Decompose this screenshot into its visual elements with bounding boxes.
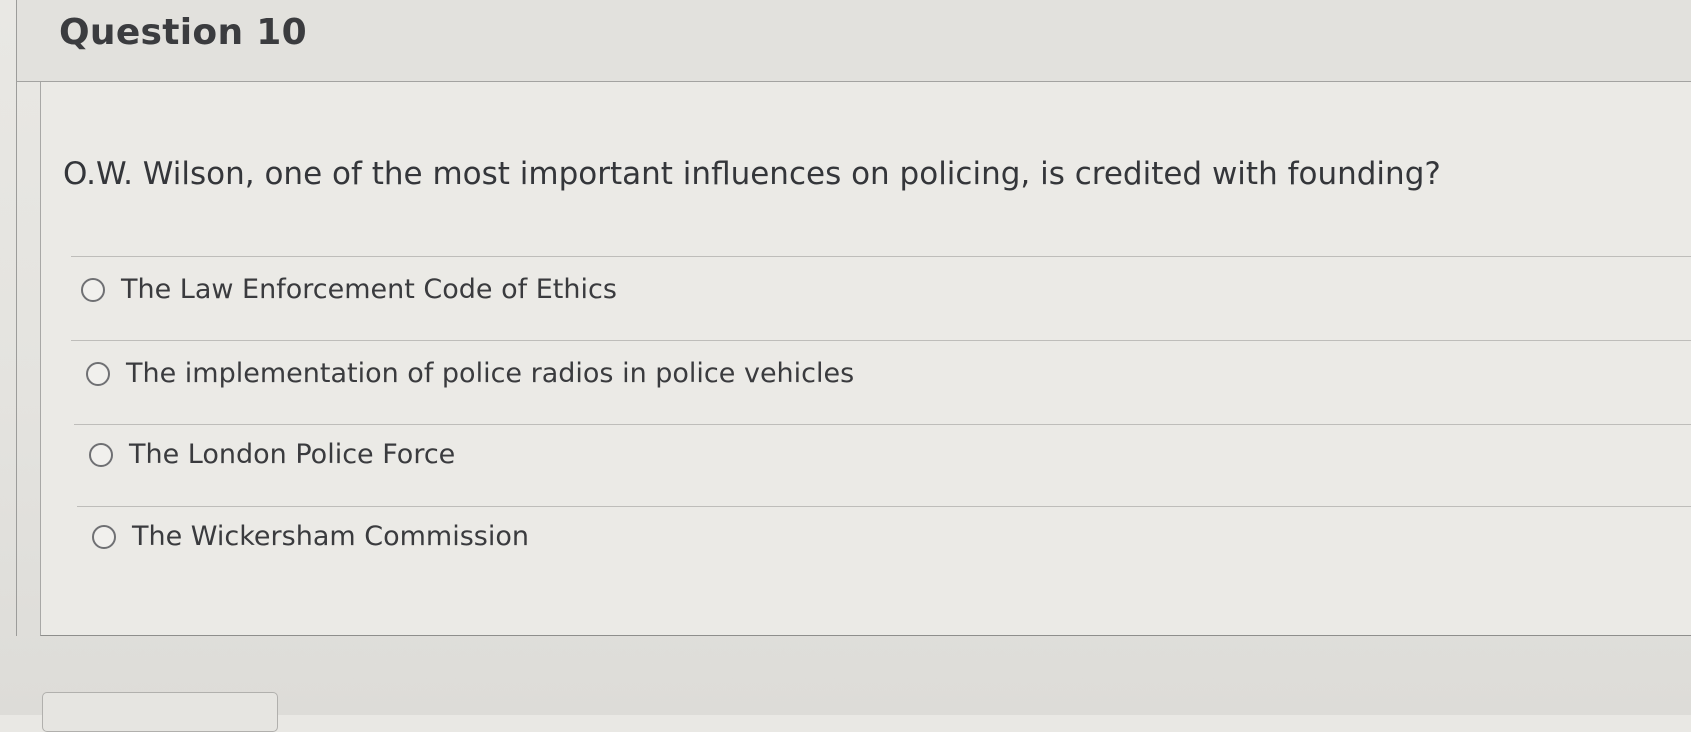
divider (71, 340, 1691, 341)
divider (71, 256, 1691, 257)
question-content: O.W. Wilson, one of the most important i… (40, 82, 1691, 636)
question-text: O.W. Wilson, one of the most important i… (63, 156, 1441, 192)
question-header: Question 10 (16, 0, 1691, 82)
radio-button-icon[interactable] (86, 361, 110, 386)
question-title: Question 10 (59, 12, 307, 53)
radio-button-icon[interactable] (81, 277, 105, 302)
answer-label: The Law Enforcement Code of Ethics (121, 274, 617, 305)
answer-option-2[interactable]: The implementation of police radios in p… (86, 358, 854, 389)
radio-button-icon[interactable] (92, 524, 116, 549)
next-button[interactable] (42, 692, 278, 732)
answer-option-4[interactable]: The Wickersham Commission (92, 521, 529, 552)
question-container: O.W. Wilson, one of the most important i… (16, 82, 1691, 636)
answer-label: The Wickersham Commission (132, 521, 529, 552)
answer-option-3[interactable]: The London Police Force (89, 439, 455, 470)
radio-button-icon[interactable] (89, 442, 113, 467)
answer-label: The implementation of police radios in p… (126, 358, 855, 389)
answer-option-1[interactable]: The Law Enforcement Code of Ethics (81, 274, 617, 305)
divider (74, 424, 1691, 425)
divider (77, 506, 1691, 507)
answer-label: The London Police Force (129, 439, 456, 470)
